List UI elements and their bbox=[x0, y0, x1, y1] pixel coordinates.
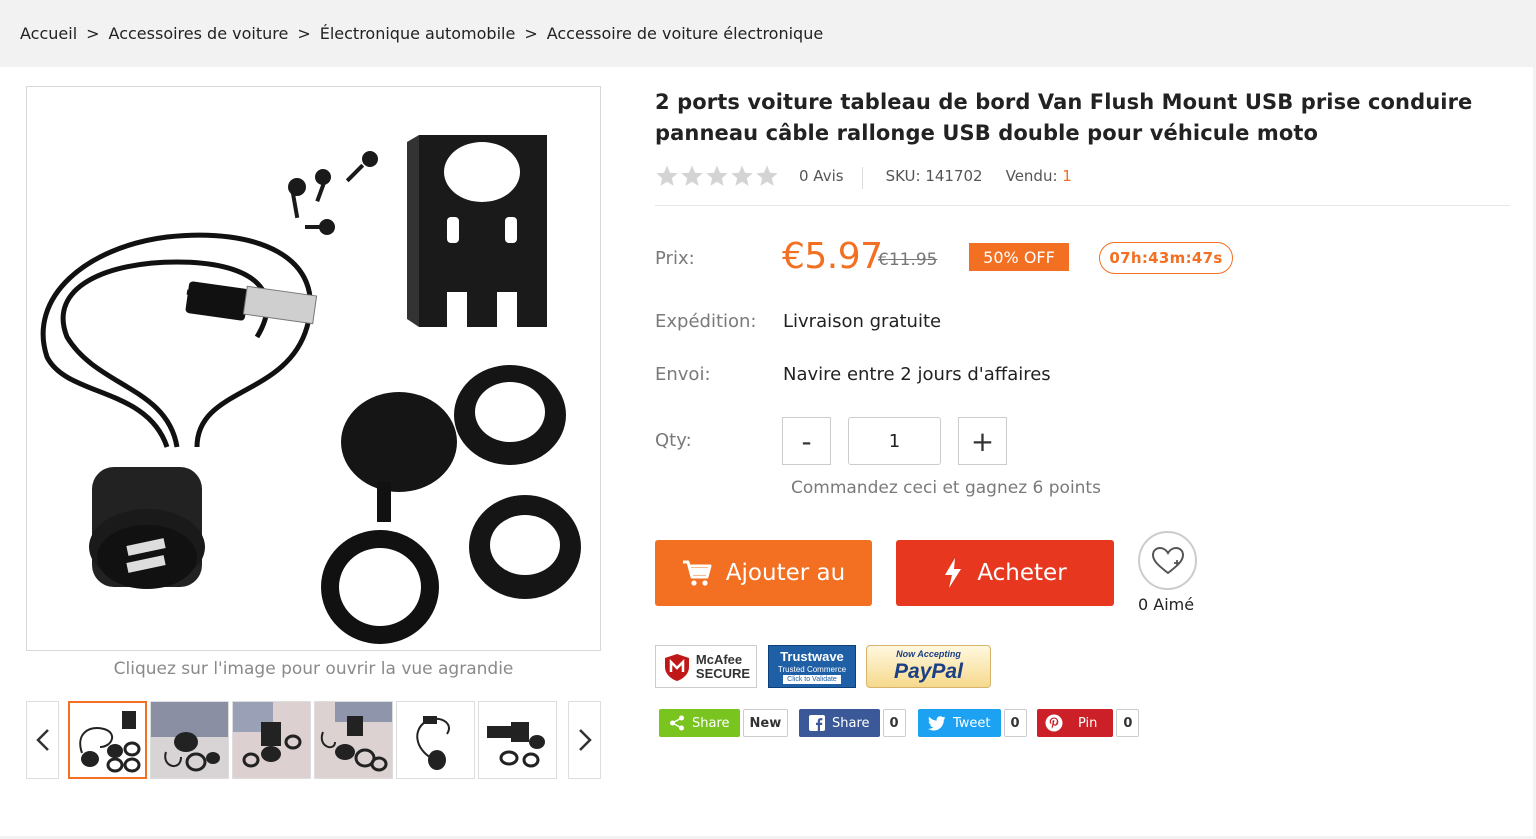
share-count: New bbox=[742, 709, 789, 737]
mcafee-line1: McAfee bbox=[695, 651, 743, 667]
dispatch-label: Envoi: bbox=[655, 364, 711, 385]
current-price: €5.97 bbox=[782, 236, 883, 277]
twitter-tweet-button[interactable]: Tweet bbox=[918, 709, 1001, 737]
dispatch-value: Navire entre 2 jours d'affaires bbox=[783, 364, 1051, 385]
trustwave-badge[interactable]: Trustwave Trusted Commerce Click to Vali… bbox=[768, 645, 856, 688]
trustwave-line1: Trustwave bbox=[780, 649, 844, 664]
breadcrumb-home[interactable]: Accueil bbox=[20, 24, 77, 43]
paypal-line1: Now Accepting bbox=[896, 649, 961, 659]
add-to-cart-button[interactable]: Ajouter au bbox=[655, 540, 872, 606]
qty-increase-button[interactable]: + bbox=[958, 417, 1007, 465]
add-to-cart-label: Ajouter au bbox=[725, 560, 846, 586]
star-icon bbox=[656, 165, 678, 186]
trustwave-line2: Trusted Commerce bbox=[777, 665, 847, 674]
breadcrumb-car-electronics[interactable]: Électronique automobile bbox=[320, 24, 516, 43]
old-price: €11.95 bbox=[878, 250, 938, 270]
shipping-label: Expédition: bbox=[655, 311, 757, 332]
pinterest-icon bbox=[1045, 714, 1063, 732]
breadcrumb: Accueil > Accessoires de voiture > Élect… bbox=[0, 0, 1536, 67]
trustwave-line3: Click to Validate bbox=[783, 675, 841, 684]
qty-input[interactable] bbox=[848, 417, 941, 465]
cart-icon bbox=[682, 560, 712, 586]
lightning-icon bbox=[945, 558, 962, 588]
breadcrumb-separator: > bbox=[297, 24, 311, 43]
chevron-left-icon bbox=[35, 729, 49, 751]
heart-plus-icon bbox=[1151, 546, 1184, 574]
qty-decrease-button[interactable]: - bbox=[782, 417, 831, 465]
rating-stars[interactable] bbox=[655, 164, 779, 188]
twitter-tweet-label: Tweet bbox=[953, 715, 991, 731]
buy-now-button[interactable]: Acheter bbox=[896, 540, 1114, 606]
product-title: 2 ports voiture tableau de bord Van Flus… bbox=[655, 90, 1473, 145]
thumbnail-5[interactable] bbox=[396, 701, 475, 779]
share-label: Share bbox=[692, 715, 730, 731]
thumbnail-prev-button[interactable] bbox=[26, 701, 59, 779]
breadcrumb-separator: > bbox=[86, 24, 100, 43]
paypal-logo: PayPal bbox=[894, 660, 963, 683]
reward-points-text: Commandez ceci et gagnez 6 points bbox=[791, 478, 1101, 498]
thumbnail-2[interactable] bbox=[150, 701, 229, 779]
breadcrumb-car-accessories[interactable]: Accessoires de voiture bbox=[109, 24, 289, 43]
star-icon bbox=[756, 165, 778, 186]
wishlist-button[interactable] bbox=[1138, 531, 1197, 590]
pinterest-pin-button[interactable]: Pin bbox=[1037, 709, 1114, 737]
countdown-timer: 07h:43m:47s bbox=[1099, 242, 1233, 274]
discount-badge: 50% OFF bbox=[969, 243, 1069, 271]
zoom-hint: Cliquez sur l'image pour ouvrir la vue a… bbox=[113, 659, 514, 679]
mcafee-line2: SECURE bbox=[695, 665, 751, 681]
thumbnail-6[interactable] bbox=[478, 701, 557, 779]
pinterest-share-widget: Pin 0 bbox=[1037, 709, 1140, 737]
facebook-share-button[interactable]: Share bbox=[799, 709, 880, 737]
likes-count: 0 Aimé bbox=[1138, 595, 1195, 614]
facebook-share-count: 0 bbox=[882, 709, 906, 737]
paypal-badge: Now Accepting PayPal bbox=[866, 645, 991, 688]
share-widget: Share New bbox=[659, 709, 789, 737]
facebook-share-label: Share bbox=[832, 715, 870, 731]
thumbnail-4[interactable] bbox=[314, 701, 393, 779]
star-icon bbox=[681, 165, 703, 186]
sold-label: Vendu: bbox=[1005, 167, 1058, 185]
chevron-right-icon bbox=[578, 729, 592, 751]
twitter-share-count: 0 bbox=[1003, 709, 1027, 737]
qty-label: Qty: bbox=[655, 430, 692, 451]
star-icon bbox=[706, 165, 728, 186]
buy-now-label: Acheter bbox=[977, 560, 1067, 586]
pinterest-pin-label: Pin bbox=[1078, 715, 1098, 731]
main-product-image[interactable] bbox=[26, 86, 601, 651]
mcafee-secure-badge[interactable]: McAfee SECURE bbox=[655, 645, 757, 688]
share-button[interactable]: Share bbox=[659, 709, 740, 737]
sku-label: SKU: 141702 bbox=[885, 167, 983, 185]
sold-number: 1 bbox=[1062, 167, 1072, 185]
pinterest-share-count: 0 bbox=[1116, 709, 1140, 737]
breadcrumb-separator: > bbox=[524, 24, 538, 43]
price-label: Prix: bbox=[655, 248, 695, 269]
thumbnail-1[interactable] bbox=[68, 701, 147, 779]
twitter-icon bbox=[928, 715, 946, 730]
star-icon bbox=[731, 165, 753, 186]
sold-count: Vendu: 1 bbox=[1006, 167, 1072, 185]
breadcrumb-electronic-accessory[interactable]: Accessoire de voiture électronique bbox=[547, 24, 823, 43]
thumbnail-next-button[interactable] bbox=[568, 701, 601, 779]
mcafee-shield-icon bbox=[664, 653, 689, 681]
share-icon bbox=[670, 715, 684, 731]
reviews-link[interactable]: 0 Avis bbox=[799, 167, 863, 189]
thumbnail-3[interactable] bbox=[232, 701, 311, 779]
rating-row: 0 Avis SKU: 141702 Vendu: 1 bbox=[655, 162, 1510, 206]
twitter-share-widget: Tweet 0 bbox=[918, 709, 1027, 737]
facebook-share-widget: Share 0 bbox=[799, 709, 906, 737]
facebook-icon bbox=[809, 715, 825, 731]
shipping-value: Livraison gratuite bbox=[783, 311, 942, 332]
